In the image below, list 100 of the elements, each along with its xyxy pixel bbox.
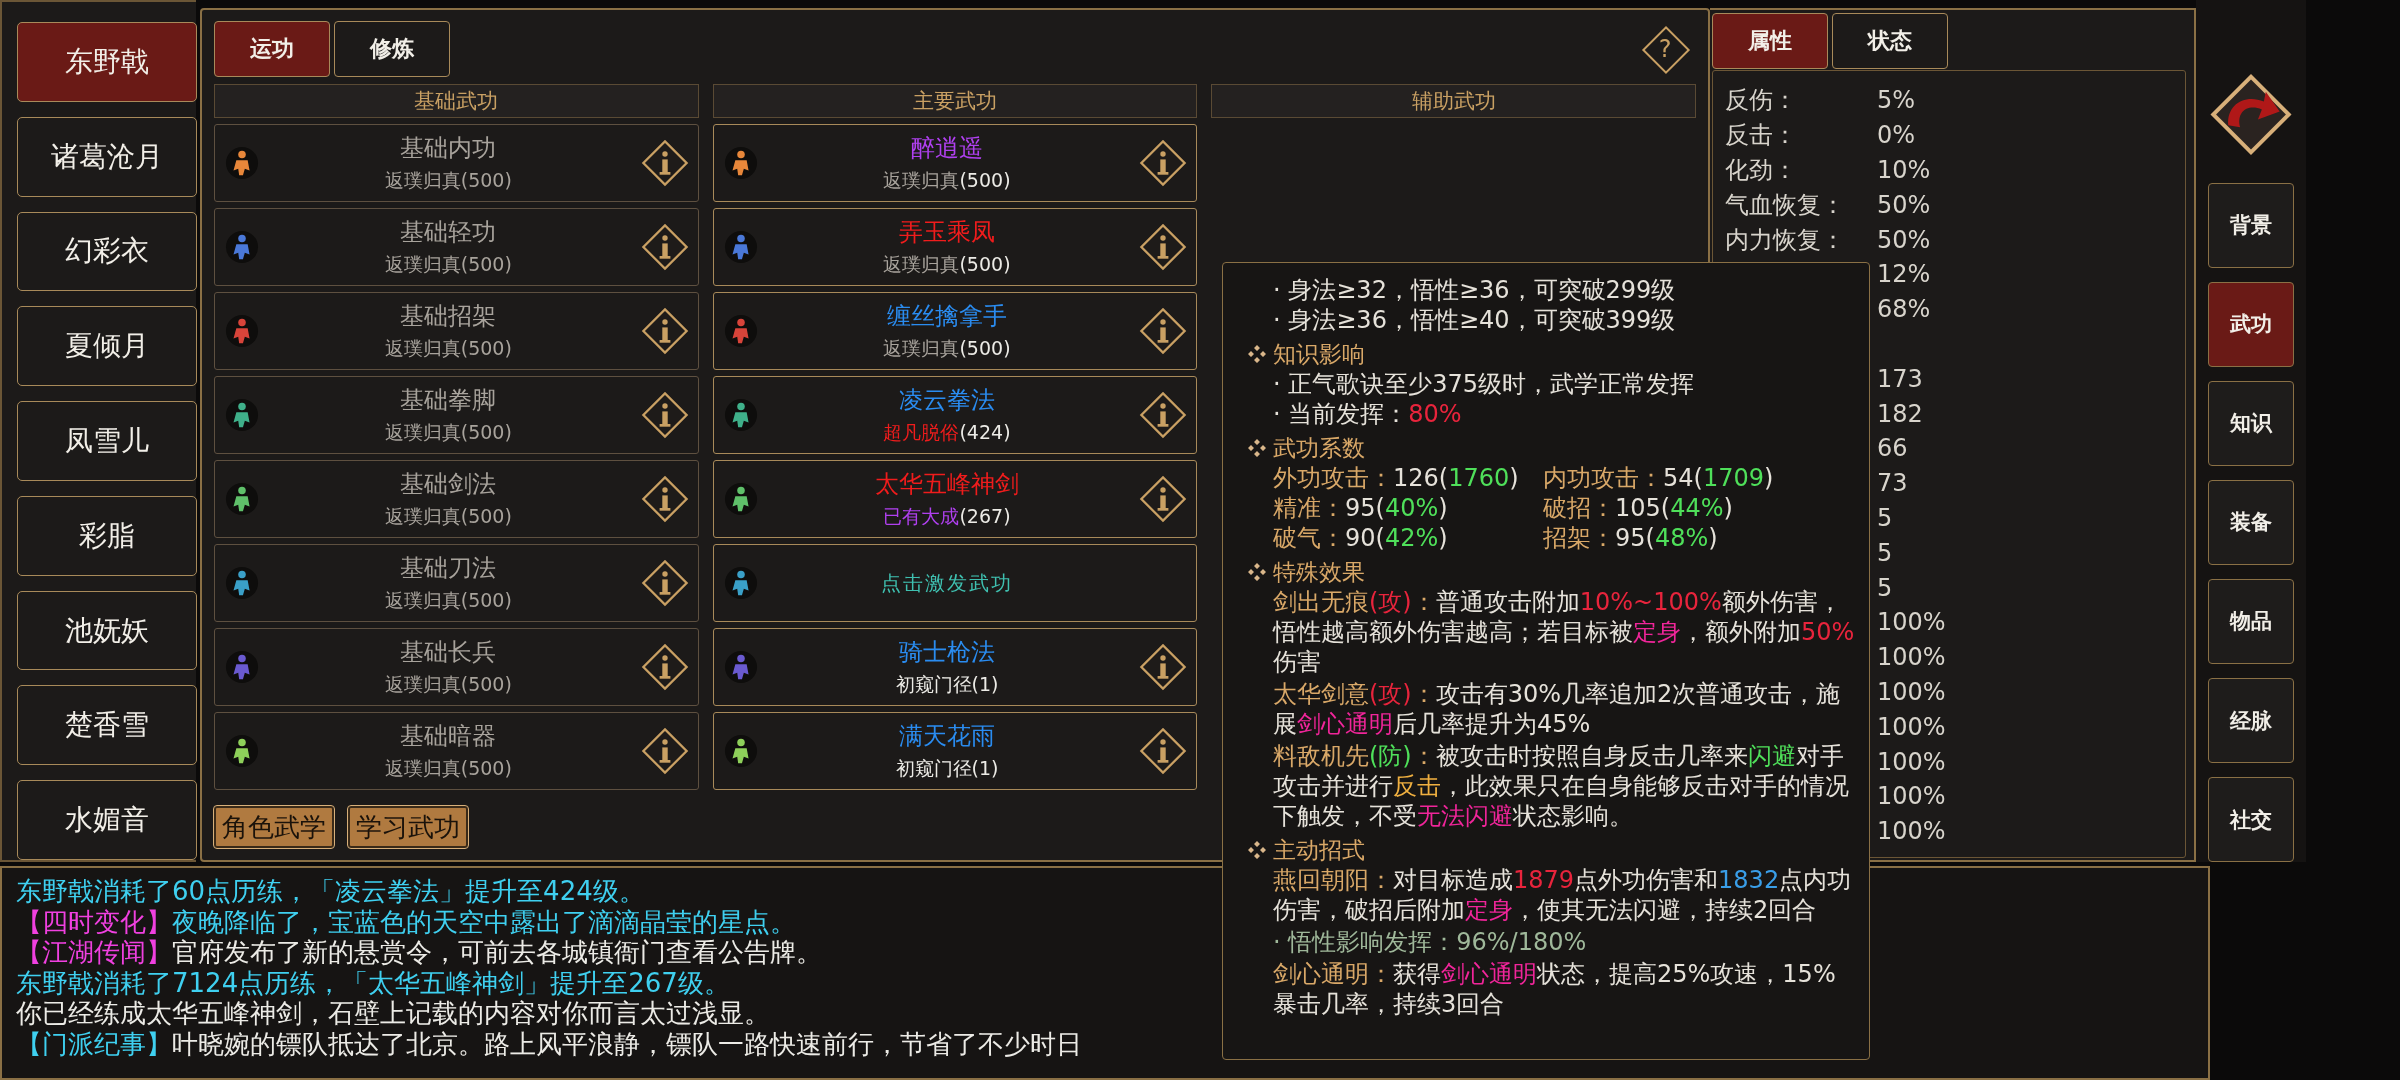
action-button[interactable]: 学习武功 [348, 806, 468, 848]
stat-text: 内功攻击：54(1709) [1543, 463, 1775, 493]
attribute-label: 内力恢复： [1725, 224, 1845, 256]
attribute-value: 50% [1877, 225, 1931, 254]
attribute-value: 100% [1877, 608, 1946, 637]
bullet-text: · 当前发挥：80% [1272, 399, 1463, 429]
action-button[interactable]: 角色武学 [214, 806, 334, 848]
bullet-text: · 身法≥36，悟性≥40，可突破399级 [1272, 305, 1677, 335]
slot-hint: 点击激发武功 [881, 569, 1013, 597]
skill-card[interactable]: 醉逍遥 返璞归真(500) [712, 124, 1198, 202]
skill-name: 太华五峰神剑 [875, 469, 1019, 500]
attribute-value: 182 [1877, 399, 1923, 428]
skill-card[interactable]: 基础拳脚 返璞归真(500) [214, 376, 699, 454]
character-tab[interactable]: 彩脂 [17, 495, 197, 576]
bullet-text: · 正气歌诀至少375级时，武学正常发挥 [1272, 369, 1696, 399]
attribute-value: 0% [1877, 121, 1916, 150]
attribute-value: 100% [1877, 747, 1946, 776]
column-header: 主要武功 [712, 84, 1198, 118]
attribute-value: 68% [1877, 295, 1931, 324]
attribute-value: 5% [1877, 86, 1916, 115]
skill-name: 基础内功 [400, 133, 497, 164]
attribute-value: 10% [1877, 156, 1931, 184]
stat-text: 外功攻击：126(1760) [1273, 463, 1520, 493]
stat-text: 破气：90(42%) [1273, 523, 1449, 553]
skill-name: 基础剑法 [400, 469, 497, 500]
tab[interactable]: 运功 [214, 21, 330, 77]
help-button[interactable]: ? [1642, 26, 1688, 72]
skill-name: 骑士枪法 [899, 637, 995, 668]
skill-card[interactable]: 基础暗器 返璞归真(500) [214, 712, 699, 790]
attribute-label: 气血恢复： [1725, 189, 1845, 221]
character-tab[interactable]: 楚香雪 [17, 685, 197, 766]
character-tab[interactable]: 夏倾月 [17, 306, 197, 387]
effect-text: 太华剑意(攻)：攻击有30%几率追加2次普通攻击，施展剑心通明后几率提升为45% [1272, 679, 1842, 739]
skill-card[interactable]: 满天花雨 初窥门径(1) [712, 712, 1198, 790]
skill-card[interactable]: 基础轻功 返璞归真(500) [214, 208, 699, 286]
character-tab[interactable]: 水媚音 [17, 780, 197, 861]
attribute-value: 5 [1877, 573, 1893, 602]
tab[interactable]: 修炼 [334, 21, 450, 77]
skill-name: 基础刀法 [400, 553, 497, 584]
attribute-value: 100% [1877, 782, 1946, 811]
skill-card[interactable]: 基础刀法 返璞归真(500) [214, 544, 699, 622]
character-tab[interactable]: 凤雪儿 [17, 401, 197, 481]
diamond-icon [1247, 562, 1267, 582]
tab[interactable]: 属性 [1712, 13, 1828, 69]
skill-level: 初窥门径(1) [895, 672, 999, 697]
skill-card[interactable]: 基础招架 返璞归真(500) [214, 292, 699, 370]
log-message: 【门派纪事】叶晓婉的镖队抵达了北京。路上风平浪静，镖队一路快速前行，节省了不少时日 [16, 1028, 1082, 1059]
nav-button[interactable]: 武功 [2208, 281, 2294, 367]
skill-name: 基础长兵 [400, 637, 497, 668]
log-message: 【四时变化】夜晚降临了，宝蓝色的天空中露出了滴滴晶莹的星点。 [16, 906, 796, 937]
nav-button[interactable]: 物品 [2208, 579, 2294, 664]
skill-name: 基础拳脚 [400, 385, 497, 416]
diamond-icon [1247, 840, 1267, 860]
skill-level: 返璞归真(500) [883, 252, 1011, 277]
attribute-label: 反击： [1725, 120, 1797, 152]
attribute-label: 反伤： [1725, 85, 1797, 117]
nav-button[interactable]: 装备 [2208, 479, 2294, 565]
tab[interactable]: 状态 [1832, 13, 1948, 69]
attribute-value: 5 [1877, 538, 1893, 567]
empty-skill-slot[interactable]: 点击激发武功 [712, 544, 1198, 622]
skill-level: 超凡脱俗(424) [883, 420, 1011, 445]
bullet-text: · 身法≥32，悟性≥36，可突破299级 [1272, 275, 1677, 305]
skill-name: 凌云拳法 [899, 385, 995, 416]
skill-level: 返璞归真(500) [384, 672, 512, 697]
character-tab[interactable]: 幻彩衣 [17, 211, 197, 292]
log-message: 东野戟消耗了60点历练，「凌云拳法」提升至424级。 [16, 876, 645, 907]
attribute-value: 50% [1877, 190, 1931, 219]
skill-card[interactable]: 基础长兵 返璞归真(500) [214, 628, 699, 706]
character-tab[interactable]: 诸葛沧月 [17, 116, 197, 197]
attribute-value: 100% [1877, 712, 1946, 741]
character-tab[interactable]: 东野戟 [17, 22, 197, 102]
section-heading: 武功系数 [1273, 434, 1365, 463]
skill-card[interactable]: 骑士枪法 初窥门径(1) [712, 628, 1198, 706]
stat-text: 破招：105(44%) [1543, 493, 1734, 523]
skill-name: 缠丝擒拿手 [887, 301, 1007, 332]
nav-button[interactable]: 背景 [2208, 182, 2294, 268]
skill-card[interactable]: 弄玉乘凤 返璞归真(500) [712, 208, 1198, 286]
attribute-value: 12% [1877, 260, 1931, 289]
skill-name: 醉逍遥 [911, 133, 983, 164]
skill-level: 返璞归真(500) [883, 168, 1011, 193]
attribute-value: 73 [1877, 469, 1908, 498]
nav-button[interactable]: 社交 [2208, 777, 2294, 863]
skill-card[interactable]: 基础内功 返璞归真(500) [214, 124, 699, 202]
skill-level: 返璞归真(500) [384, 756, 512, 781]
skill-card[interactable]: 太华五峰神剑 已有大成(267) [712, 460, 1198, 538]
effect-text: · 悟性影响发挥：96%/180% [1272, 927, 1588, 957]
stat-text: 招架：95(48%) [1543, 523, 1719, 553]
skill-name: 基础招架 [400, 301, 497, 332]
nav-button[interactable]: 经脉 [2208, 678, 2294, 763]
attribute-value: 5 [1877, 503, 1893, 532]
effect-text: 料敌机先(防)：被攻击时按照自身反击几率来闪避对手攻击并进行反击，此效果只在自身能够反击对手的情况下触发，不受无法闪避状态影响。 [1272, 741, 1850, 831]
attribute-label: 化劲： [1725, 155, 1797, 186]
skill-card[interactable]: 凌云拳法 超凡脱俗(424) [712, 376, 1198, 454]
skill-card[interactable]: 基础剑法 返璞归真(500) [214, 460, 699, 538]
section-heading: 知识影响 [1273, 340, 1365, 369]
skill-level: 返璞归真(500) [384, 336, 512, 361]
nav-button[interactable]: 知识 [2208, 380, 2294, 466]
attribute-value: 66 [1877, 434, 1908, 463]
skill-card[interactable]: 缠丝擒拿手 返璞归真(500) [712, 292, 1198, 370]
character-tab[interactable]: 池妩妖 [17, 590, 197, 671]
